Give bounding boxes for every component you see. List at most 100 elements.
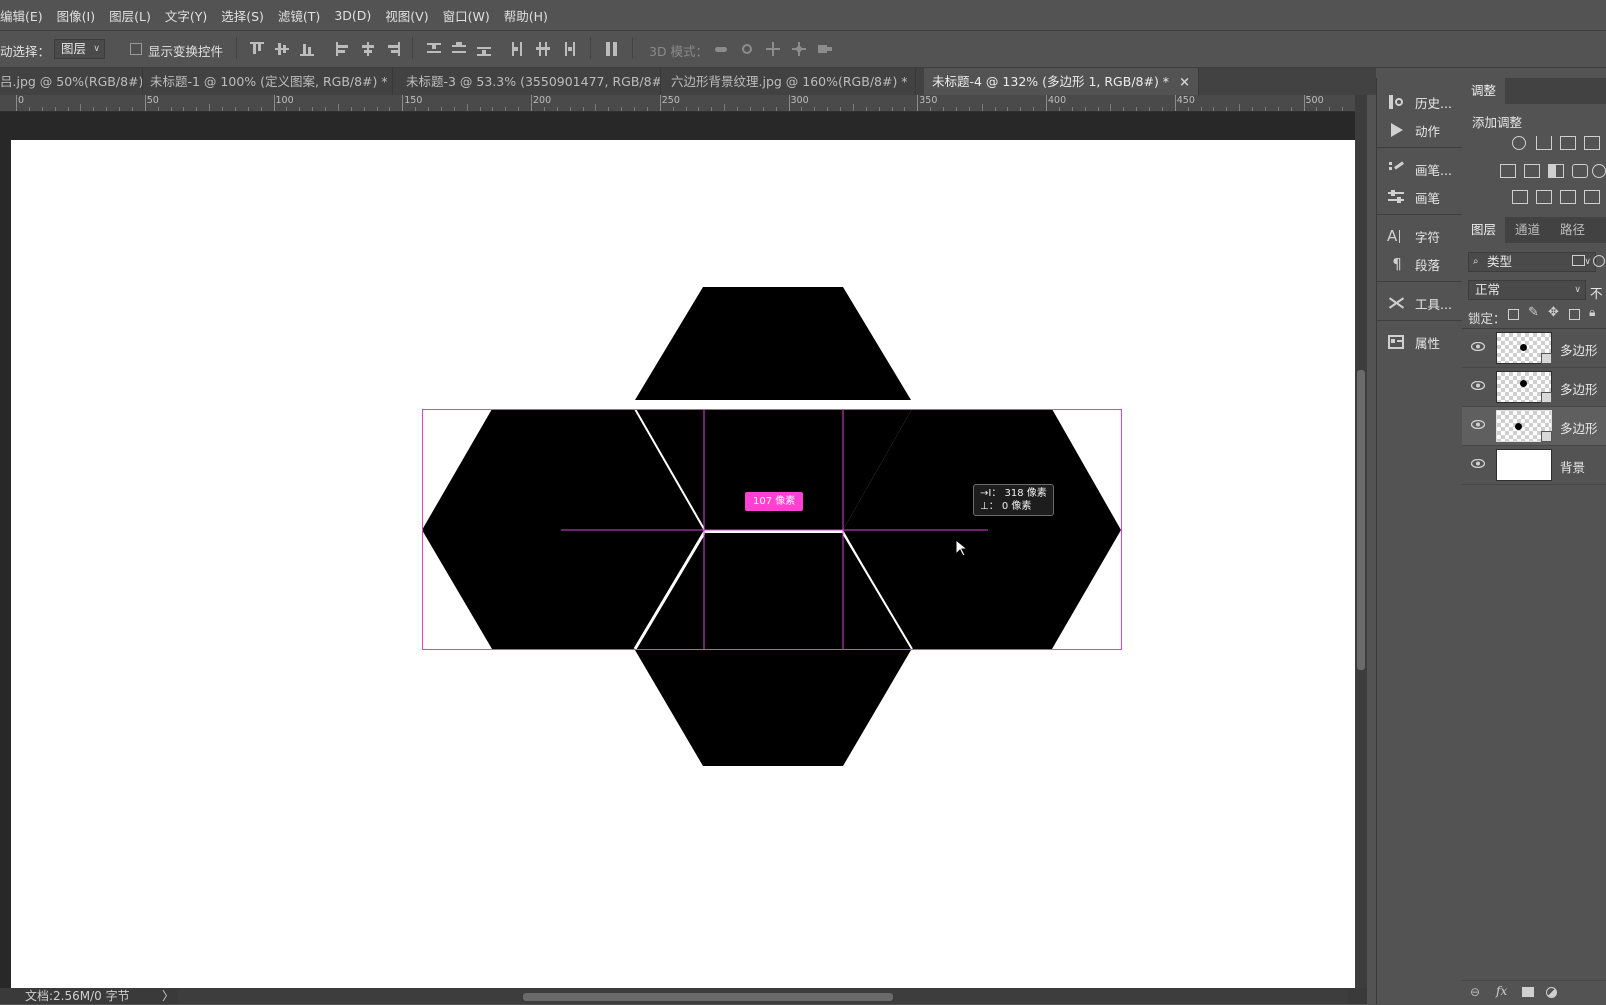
lock-transparent-icon[interactable] [1508,309,1519,320]
3d-pan-icon[interactable] [766,42,780,56]
dock-properties[interactable]: 属性 [1387,330,1459,354]
black-white-icon[interactable] [1548,164,1564,178]
curves-icon[interactable] [1560,136,1576,150]
layer-name[interactable]: 背景 [1560,457,1585,476]
ruler-minor-tick [634,107,635,111]
menu-3d[interactable]: 3D(D) [327,8,378,23]
ruler-minor-tick [440,107,442,111]
ruler-minor-tick [1200,107,1202,111]
horizontal-scroll-thumb[interactable] [523,993,893,1001]
tab-channels[interactable]: 通道 [1506,217,1549,243]
dock-tool-presets[interactable]: 工具... [1387,291,1459,315]
auto-select-dropdown[interactable]: 图层 [54,39,106,59]
blend-mode-dropdown[interactable]: 正常 [1468,280,1586,300]
align-vcenter-icon[interactable] [275,42,289,56]
dock-paragraph[interactable]: ¶ 段落 [1387,252,1459,276]
align-hcenter-icon[interactable] [361,42,375,56]
channel-mixer-icon[interactable] [1592,164,1606,178]
3d-camera-icon[interactable] [818,42,832,56]
menu-image[interactable]: 图像(I) [50,6,102,25]
distribute-left-icon[interactable] [511,42,525,56]
ruler-label: 300 [790,95,809,106]
dock-history[interactable]: 历史... [1387,90,1459,114]
tab-document-3[interactable]: 未标题-3 @ 53.3% (3550901477, RGB/8#) *× [398,68,661,95]
distribute-hcenter-icon[interactable] [536,42,550,56]
distribute-bottom-icon[interactable] [477,42,491,56]
layer-name[interactable]: 多边形 [1560,418,1598,437]
menu-help[interactable]: 帮助(H) [497,6,555,25]
visibility-eye-icon[interactable] [1471,381,1485,390]
dock-actions[interactable]: 动作 [1387,118,1459,142]
layer-row-background[interactable]: 背景 [1462,446,1606,485]
3d-roll-icon[interactable] [740,42,754,56]
layer-row[interactable]: 多边形 [1462,329,1606,368]
menu-filter[interactable]: 滤镜(T) [271,6,327,25]
fx-icon[interactable]: fx [1496,984,1507,998]
distribute-top-icon[interactable] [427,42,441,56]
tab-document-4[interactable]: 六边形背景纹理.jpg @ 160%(RGB/8#) *× [663,68,916,95]
vibrance-icon[interactable] [1500,164,1516,178]
visibility-eye-icon[interactable] [1471,342,1485,351]
menu-window[interactable]: 窗口(W) [436,6,497,25]
selective-color-icon[interactable] [1584,190,1600,204]
menu-edit[interactable]: 编辑(E) [0,6,50,25]
document-canvas[interactable]: 107 像素 →I： 318 像素 ⊥： 0 像素 [11,140,1356,990]
tab-layers[interactable]: 图层 [1462,217,1506,243]
visibility-eye-icon[interactable] [1471,459,1485,468]
lock-artboard-icon[interactable] [1569,309,1580,320]
lock-move-icon[interactable]: ✥ [1548,305,1559,320]
dock-brush[interactable]: 画笔 [1387,185,1459,209]
vertical-scroll-thumb[interactable] [1357,370,1365,670]
visibility-eye-icon[interactable] [1471,420,1485,429]
lock-label: 锁定： [1468,311,1506,326]
show-transform-checkbox[interactable] [130,43,142,55]
layer-row-selected[interactable]: 多边形 [1462,407,1606,446]
lock-paint-icon[interactable]: ✎ [1528,305,1539,320]
align-bottom-icon[interactable] [300,42,314,56]
layer-name[interactable]: 多边形 [1560,379,1598,398]
brightness-icon[interactable] [1512,136,1526,150]
align-top-icon[interactable] [250,42,264,56]
filter-pixel-icon[interactable] [1572,255,1585,266]
horizontal-scrollbar[interactable] [178,990,1348,1004]
align-right-icon[interactable] [386,42,400,56]
align-left-icon[interactable] [336,42,350,56]
tab-paths[interactable]: 路径 [1551,217,1594,243]
dock-brush-presets[interactable]: 画笔... [1387,157,1459,181]
mask-icon[interactable] [1522,987,1534,997]
adjustment-icon[interactable] [1546,987,1557,998]
tab-document-1[interactable]: 吕.jpg @ 50%(RGB/8#)× [0,68,143,95]
close-icon[interactable]: × [1179,75,1190,90]
auto-align-icon[interactable] [605,42,619,56]
document-size-info[interactable]: 文档:2.56M/0 字节 [25,988,130,1004]
lock-all-icon[interactable]: 🔒︎ [1589,305,1595,320]
menu-layer[interactable]: 图层(L) [102,6,158,25]
horizontal-ruler[interactable]: 0501001502002503003504004505005506006507… [0,95,1355,112]
tab-adjustments[interactable]: 调整 [1462,78,1506,104]
tab-document-active[interactable]: 未标题-4 @ 132% (多边形 1, RGB/8#) * × [924,68,1199,95]
balance-icon[interactable] [1524,164,1540,178]
3d-rotate-icon[interactable] [714,42,728,56]
distribute-right-icon[interactable] [561,42,575,56]
distribute-vcenter-icon[interactable] [452,42,466,56]
ruler-minor-tick [981,104,983,111]
menu-view[interactable]: 视图(V) [378,6,435,25]
vertical-scrollbar[interactable] [1355,95,1367,988]
filter-adjustment-icon[interactable] [1593,255,1605,267]
menu-type[interactable]: 文字(Y) [158,6,214,25]
posterize-icon[interactable] [1536,190,1552,204]
exposure-icon[interactable] [1584,136,1600,150]
threshold-icon[interactable] [1560,190,1576,204]
invert-icon[interactable] [1512,190,1528,204]
status-menu-arrow[interactable]: 〉 [162,988,174,1004]
3d-slide-icon[interactable] [792,42,806,56]
tab-document-2[interactable]: 未标题-1 @ 100% (定义图案, RGB/8#) *× [142,68,393,95]
ruler-minor-tick [67,107,69,111]
menu-select[interactable]: 选择(S) [214,6,271,25]
photo-filter-icon[interactable] [1572,164,1588,178]
link-icon[interactable]: ⊖ [1470,985,1480,999]
levels-icon[interactable] [1536,136,1552,150]
layer-row[interactable]: 多边形 [1462,368,1606,407]
layer-name[interactable]: 多边形 [1560,340,1598,359]
dock-character[interactable]: A 字符 [1387,224,1459,248]
